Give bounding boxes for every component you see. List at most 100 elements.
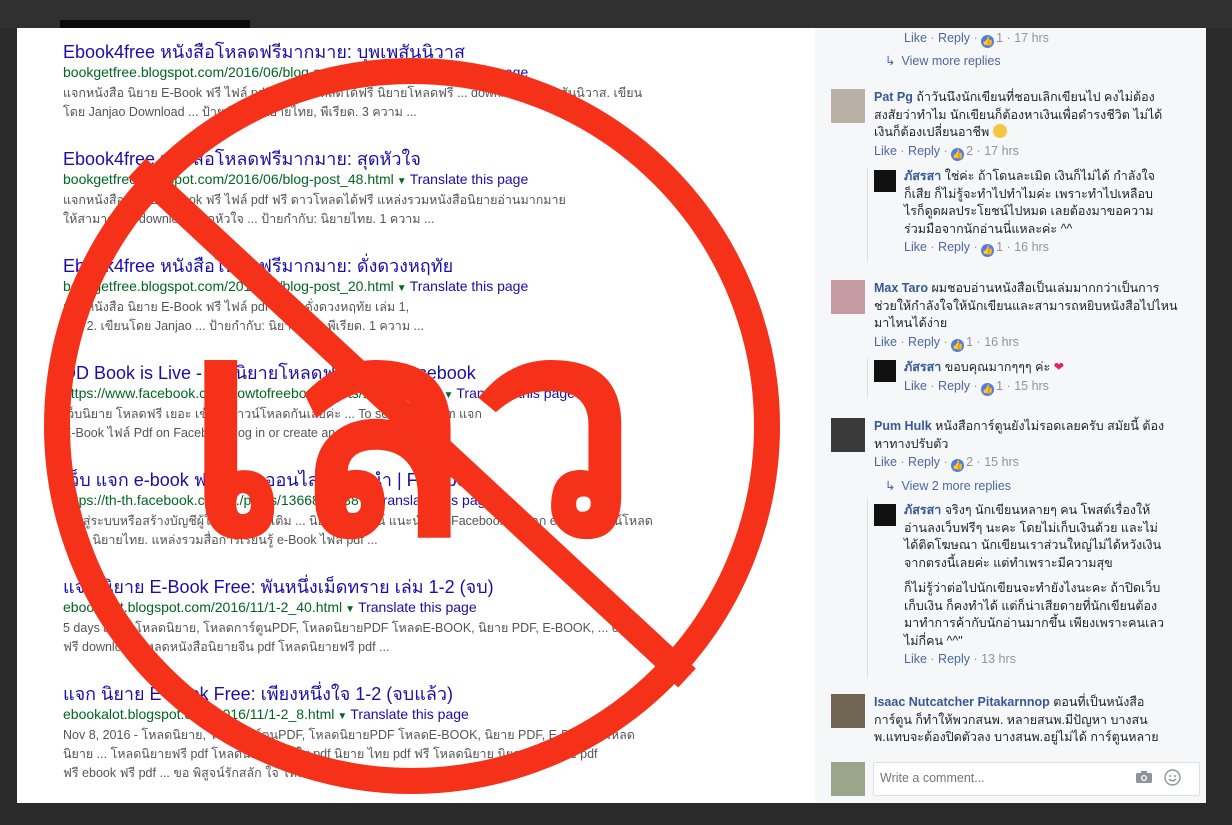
translate-link[interactable]: Translate this page xyxy=(410,278,529,294)
comment-actions: Like · Reply · 👍 1 · 15 hrs xyxy=(904,378,1049,396)
comments-panel: Like · Reply · 👍 1 · 17 hrs ↳ View more re… xyxy=(815,28,1206,803)
current-user-avatar[interactable] xyxy=(831,762,865,796)
commenter-name[interactable]: Pum Hulk xyxy=(874,419,932,433)
comment-composer[interactable] xyxy=(873,762,1200,796)
result-snippet: เข้าสู่ระบบหรือสร้างบัญชีผู้ใช้ เพื่อดูเ… xyxy=(63,514,653,528)
dropdown-arrow-icon[interactable]: ▼ xyxy=(397,69,407,80)
result-title[interactable]: Ebook4free หนังสือโหลดฟรีมากมาย: บุพเพสั… xyxy=(63,42,753,63)
emoji-icon[interactable] xyxy=(1164,769,1181,786)
reply-link[interactable]: Reply xyxy=(938,31,970,45)
search-result: Ebook4free หนังสือโหลดฟรีมากมาย: บุพเพสั… xyxy=(63,42,753,122)
result-snippet: แจกหนังสือ นิยาย E-Book ฟรี ไฟล์ pdf ฟรี… xyxy=(63,86,643,100)
result-snippet: เว็บนิยาย โหลดฟรี เยอะ เข้าไปดาวน์โหลดกั… xyxy=(63,407,482,421)
result-url: bookgetfree.blogspot.com/2016/06/blog-po… xyxy=(63,171,529,187)
camera-icon[interactable] xyxy=(1136,771,1152,783)
comment: Max Taro ผมชอบอ่านหนังสือเป็นเล่มมากกว่า… xyxy=(874,280,1194,352)
like-link[interactable]: Like xyxy=(904,31,927,45)
reply-arrow-icon: ↳ xyxy=(885,54,896,68)
avatar[interactable] xyxy=(831,89,865,123)
result-snippet: แจกหนังสือ นิยาย E-Book ฟรี ไฟล์ pdf ฟรี… xyxy=(63,300,410,314)
result-title[interactable]: แจก นิยาย E-Book Free: พันหนึ่งเม็ดทราย … xyxy=(63,577,753,598)
translate-link[interactable]: Translate this page xyxy=(410,171,529,187)
reply-thread-line xyxy=(867,498,868,678)
comment-actions: Like · Reply · 👍 2 · 15 hrs xyxy=(874,455,1019,472)
result-snippet: ฟรี download โหลดหนังสือนิยายจีน pdf โหล… xyxy=(63,640,390,654)
reply: ภัสรสา ใช่ค่ะ ถ้าโดนละเมิด เงินก็ไม่ได้ … xyxy=(904,168,1199,257)
comment: Pat Pg ถ้าวันนึงนักเขียนที่ชอบเลิกเขียนไ… xyxy=(874,89,1194,161)
commenter-name[interactable]: ภัสรสา xyxy=(904,503,941,517)
result-snippet: นิยาย ... โหลดนิยายฟรี pdf โหลดนิยาย เล่… xyxy=(63,747,598,761)
result-title[interactable]: Ebook4free หนังสือโหลดฟรีมากมาย: สุดหัวใ… xyxy=(63,149,753,170)
comment: Isaac Nutcatcher Pitakarnnop ตอนที่เป็นห… xyxy=(874,695,1159,744)
result-title[interactable]: แจก นิยาย E-Book Free: เพียงหนึ่งใจ 1-2 … xyxy=(63,684,753,705)
comment: Pum Hulk หนังสือการ์ตูนยังไม่รอดเลยครับ … xyxy=(874,418,1194,472)
thumbs-up-icon: 👍 xyxy=(981,382,995,396)
translate-link[interactable]: Translate this page xyxy=(410,64,529,80)
avatar[interactable] xyxy=(874,170,896,192)
dropdown-arrow-icon[interactable]: ▼ xyxy=(337,711,347,722)
comment-input[interactable] xyxy=(880,771,1120,785)
result-title[interactable]: DD Book is Live - เว็บนิยายโหลดฟรีเยอะ |… xyxy=(63,363,753,384)
result-snippet: ฟรี !: นิยายไทย. แหล่งรวมสื่อการเรียนรู้… xyxy=(63,533,378,547)
dropdown-arrow-icon[interactable]: ▼ xyxy=(397,176,407,187)
comment-actions: Like · Reply · 👍 1 · 17 hrs xyxy=(904,31,1049,48)
search-result: Ebook4free หนังสือโหลดฟรีมากมาย: สุดหัวใ… xyxy=(63,149,753,229)
commenter-name[interactable]: Isaac Nutcatcher Pitakarnnop xyxy=(874,695,1050,709)
search-result: แจก นิยาย E-Book Free: พันหนึ่งเม็ดทราย … xyxy=(63,577,753,657)
result-title[interactable]: Ebook4free หนังสือโหลดฟรีมากมาย: ดั่งดวง… xyxy=(63,256,753,277)
dropdown-arrow-icon[interactable]: ▼ xyxy=(345,604,355,615)
comment-actions: Like · Reply · 13 hrs xyxy=(904,652,1016,666)
search-result: DD Book is Live - เว็บนิยายโหลดฟรีเยอะ |… xyxy=(63,363,753,443)
result-url: ebookalot.blogspot.com/2016/11/1-2_40.ht… xyxy=(63,599,477,615)
dropdown-arrow-icon[interactable]: ▼ xyxy=(443,390,453,401)
commenter-name[interactable]: ภัสรสา xyxy=(904,360,941,374)
translate-link[interactable]: Translate this page xyxy=(375,492,494,508)
result-snippet: ให้สามารถ ... download: สุดหัวใจ ... ป้า… xyxy=(63,212,435,226)
search-result: แจก นิยาย E-Book Free: เพียงหนึ่งใจ 1-2 … xyxy=(63,684,753,783)
reply-arrow-icon: ↳ xyxy=(885,479,896,493)
thumbs-up-icon: 👍 xyxy=(981,35,995,48)
translate-link[interactable]: Translate this page xyxy=(358,599,477,615)
background-bottom-strip xyxy=(0,803,1232,825)
comment-actions: Like · Reply · 👍 1 · 16 hrs xyxy=(874,334,1019,352)
result-url: bookgetfree.blogspot.com/2016/06/blog-po… xyxy=(63,278,529,294)
scrollbar[interactable] xyxy=(1206,28,1216,803)
commenter-name[interactable]: ภัสรสา xyxy=(904,169,941,183)
view-more-replies[interactable]: ↳ View more replies xyxy=(885,53,1001,68)
heart-icon: ❤ xyxy=(1053,360,1065,374)
thumbs-up-icon: 👍 xyxy=(951,338,965,352)
result-snippet: Nov 8, 2016 - โหลดนิยาย, โหลดการ์ตูนPDF,… xyxy=(63,728,635,742)
result-snippet: 5 days ago - โหลดนิยาย, โหลดการ์ตูนPDF, … xyxy=(63,621,646,635)
dropdown-arrow-icon[interactable]: ▼ xyxy=(397,283,407,294)
view-more-replies[interactable]: ↳ View 2 more replies xyxy=(885,478,1011,493)
translate-link[interactable]: Translate this page xyxy=(350,706,469,722)
result-url: https://th-th.facebook.com/.../posts/136… xyxy=(63,492,494,508)
comment-actions: Like · Reply · 👍 1 · 16 hrs xyxy=(904,240,1049,257)
dropdown-arrow-icon[interactable]: ▼ xyxy=(362,497,372,508)
search-result: เว็บ แจก e-book ฟรี นิยายออนไลน์ แนะนำ |… xyxy=(63,470,753,550)
commenter-name[interactable]: Pat Pg xyxy=(874,90,913,104)
search-result: Ebook4free หนังสือโหลดฟรีมากมาย: ดั่งดวง… xyxy=(63,256,753,336)
commenter-name[interactable]: Max Taro xyxy=(874,281,928,295)
translate-link[interactable]: Translate this page xyxy=(456,385,575,401)
result-url: bookgetfree.blogspot.com/2016/06/blog-po… xyxy=(63,64,529,80)
result-snippet: แจกหนังสือ นิยาย E-Book ฟรี ไฟล์ pdf ฟรี… xyxy=(63,193,566,207)
avatar[interactable] xyxy=(831,280,865,314)
thumbs-up-icon: 👍 xyxy=(951,459,965,472)
result-snippet: ฟรี ebook ฟรี pdf ... ขอ พิสูจน์รักสลัก … xyxy=(63,766,327,780)
thumbs-up-icon: 👍 xyxy=(981,244,995,257)
sad-face-icon xyxy=(992,124,1007,138)
avatar[interactable] xyxy=(831,418,865,452)
reply-thread-line xyxy=(867,168,868,262)
avatar[interactable] xyxy=(874,504,896,526)
comment-actions: Like · Reply · 👍 2 · 17 hrs xyxy=(874,143,1019,161)
avatar[interactable] xyxy=(874,360,896,382)
reply-thread-line xyxy=(867,358,868,398)
avatar[interactable] xyxy=(831,694,865,728)
result-snippet: E-Book ไฟล์ Pdf on Facebook, log in or c… xyxy=(63,426,386,440)
result-snippet: เล่ม 2. เขียนโดย Janjao ... ป้ายกำกับ: น… xyxy=(63,319,424,333)
result-title[interactable]: เว็บ แจก e-book ฟรี นิยายออนไลน์ แนะนำ |… xyxy=(63,470,753,491)
result-url: ebookalot.blogspot.com/2016/11/1-2_8.htm… xyxy=(63,706,469,722)
result-url: https://www.facebook.com/howtofreebook/p… xyxy=(63,385,575,401)
thumbs-up-icon: 👍 xyxy=(951,147,965,161)
